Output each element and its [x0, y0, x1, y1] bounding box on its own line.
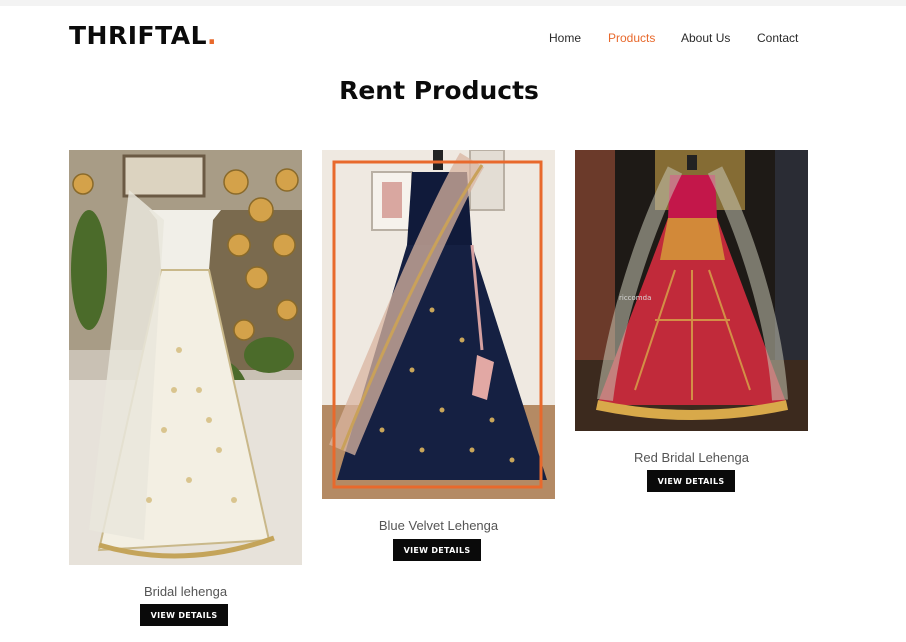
- nav-about-us[interactable]: About Us: [681, 31, 730, 45]
- nav-products[interactable]: Products: [608, 31, 655, 45]
- page-title: Rent Products: [339, 76, 539, 105]
- top-strip: [0, 0, 906, 6]
- main-nav: Home Products About Us Contact: [0, 31, 906, 47]
- product-image-blue-velvet-lehenga[interactable]: [322, 150, 555, 499]
- product-image-bridal-lehenga[interactable]: [69, 150, 302, 565]
- nav-home[interactable]: Home: [549, 31, 581, 45]
- product-name: Red Bridal Lehenga: [634, 450, 749, 465]
- view-details-button[interactable]: VIEW DETAILS: [140, 604, 228, 626]
- nav-contact[interactable]: Contact: [757, 31, 798, 45]
- product-image-red-bridal-lehenga[interactable]: riccomda: [575, 150, 808, 431]
- view-details-button[interactable]: VIEW DETAILS: [393, 539, 481, 561]
- product-name: Bridal lehenga: [143, 584, 228, 599]
- view-details-button[interactable]: VIEW DETAILS: [647, 470, 735, 492]
- product-name: Blue Velvet Lehenga: [378, 518, 499, 533]
- image-watermark: riccomda: [619, 294, 651, 302]
